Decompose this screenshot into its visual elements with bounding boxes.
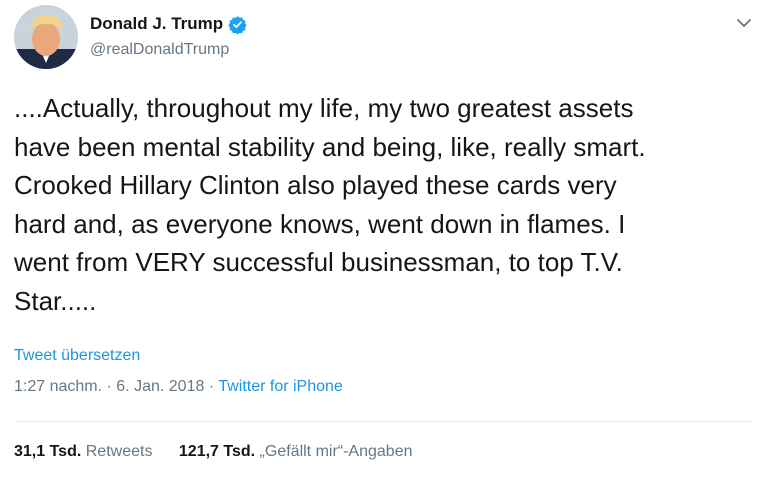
tweet-stats: 31,1 Tsd. Retweets 121,7 Tsd. „Gefällt m… — [14, 443, 435, 461]
likes-label: „Gefällt mir“-Angaben — [259, 443, 413, 460]
retweets-stat[interactable]: 31,1 Tsd. Retweets — [14, 443, 152, 461]
author-name-row[interactable]: Donald J. Trump — [90, 14, 247, 35]
author-handle[interactable]: @realDonaldTrump — [90, 41, 229, 59]
divider — [14, 421, 754, 422]
tweet-source-link[interactable]: Twitter for iPhone — [218, 378, 343, 395]
chevron-down-icon[interactable] — [735, 14, 753, 32]
verified-badge-icon — [228, 15, 247, 35]
display-name[interactable]: Donald J. Trump — [90, 14, 223, 34]
likes-count: 121,7 Tsd. — [178, 443, 256, 460]
likes-stat[interactable]: 121,7 Tsd. „Gefällt mir“-Angaben — [179, 443, 413, 461]
avatar[interactable] — [14, 5, 78, 69]
meta-separator: · — [106, 378, 112, 395]
retweets-label: Retweets — [85, 443, 153, 460]
tweet-date[interactable]: 6. Jan. 2018 — [116, 378, 204, 395]
avatar-image — [14, 5, 78, 69]
tweet-time[interactable]: 1:27 nachm. — [14, 378, 102, 395]
translate-tweet-link[interactable]: Tweet übersetzen — [14, 347, 140, 365]
tweet-text: ....Actually, throughout my life, my two… — [14, 93, 646, 316]
retweets-count: 31,1 Tsd. — [14, 443, 82, 460]
tweet-metadata: 1:27 nachm. · 6. Jan. 2018 · Twitter for… — [14, 378, 343, 396]
meta-separator: · — [208, 378, 215, 395]
